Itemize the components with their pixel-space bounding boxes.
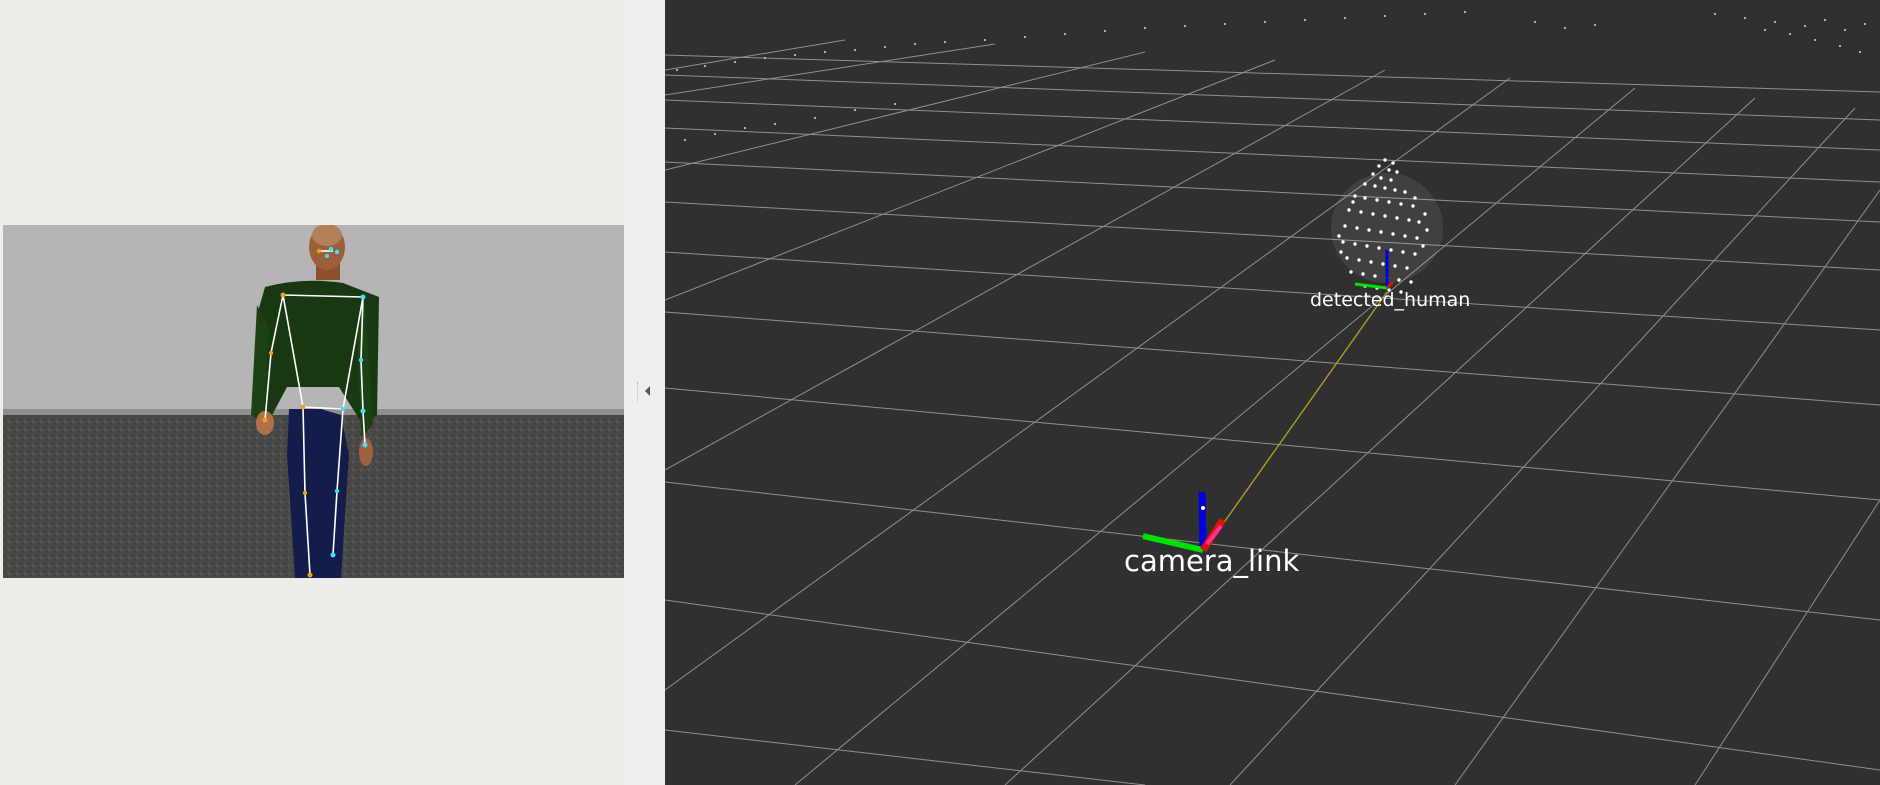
- splitter-grip-icon[interactable]: [637, 382, 639, 402]
- image-display-panel: [0, 0, 626, 785]
- frame-label-camera-link: camera_link: [1124, 544, 1300, 578]
- camera-image: [3, 225, 624, 578]
- tf-link-line: [1212, 291, 1388, 539]
- 3d-viewport[interactable]: [665, 0, 1880, 785]
- frame-label-detected-human: detected_human: [1310, 289, 1471, 311]
- ground-grid: [665, 39, 1880, 785]
- triangle-left-icon[interactable]: [645, 386, 650, 396]
- distant-points: [676, 11, 1866, 141]
